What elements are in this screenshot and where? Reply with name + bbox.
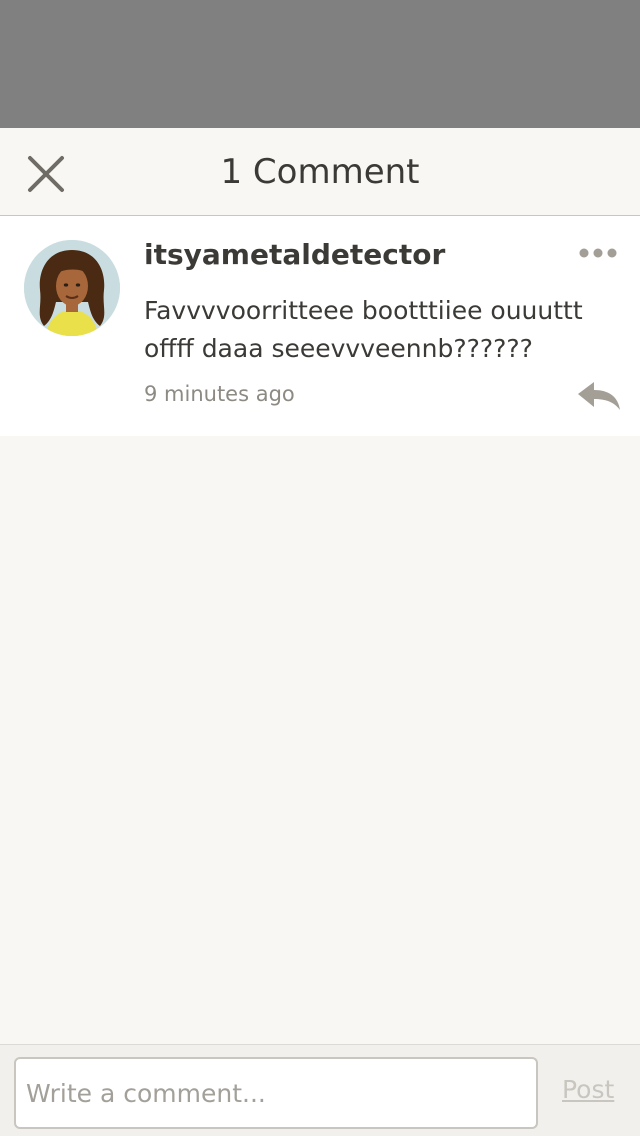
reply-button[interactable] <box>574 378 622 414</box>
comment-input[interactable] <box>14 1057 538 1129</box>
comments-header: 1 Comment <box>0 128 640 216</box>
page-title: 1 Comment <box>220 152 420 192</box>
comment-username[interactable]: itsyametaldetector <box>144 238 445 271</box>
comment-body: Favvvvoorritteee bootttiiee ouuuttt offf… <box>144 296 583 363</box>
close-button[interactable] <box>22 150 70 198</box>
more-options-button[interactable] <box>574 240 622 266</box>
comment-timestamp: 9 minutes ago <box>144 382 295 406</box>
dimmed-overlay[interactable] <box>0 0 640 128</box>
comment-composer: Post <box>0 1044 640 1136</box>
avatar-illustration <box>24 240 120 336</box>
more-horizontal-icon <box>579 248 617 258</box>
post-button[interactable]: Post <box>562 1075 614 1104</box>
close-icon <box>28 156 64 192</box>
reply-icon <box>578 382 620 410</box>
avatar[interactable] <box>24 240 120 336</box>
